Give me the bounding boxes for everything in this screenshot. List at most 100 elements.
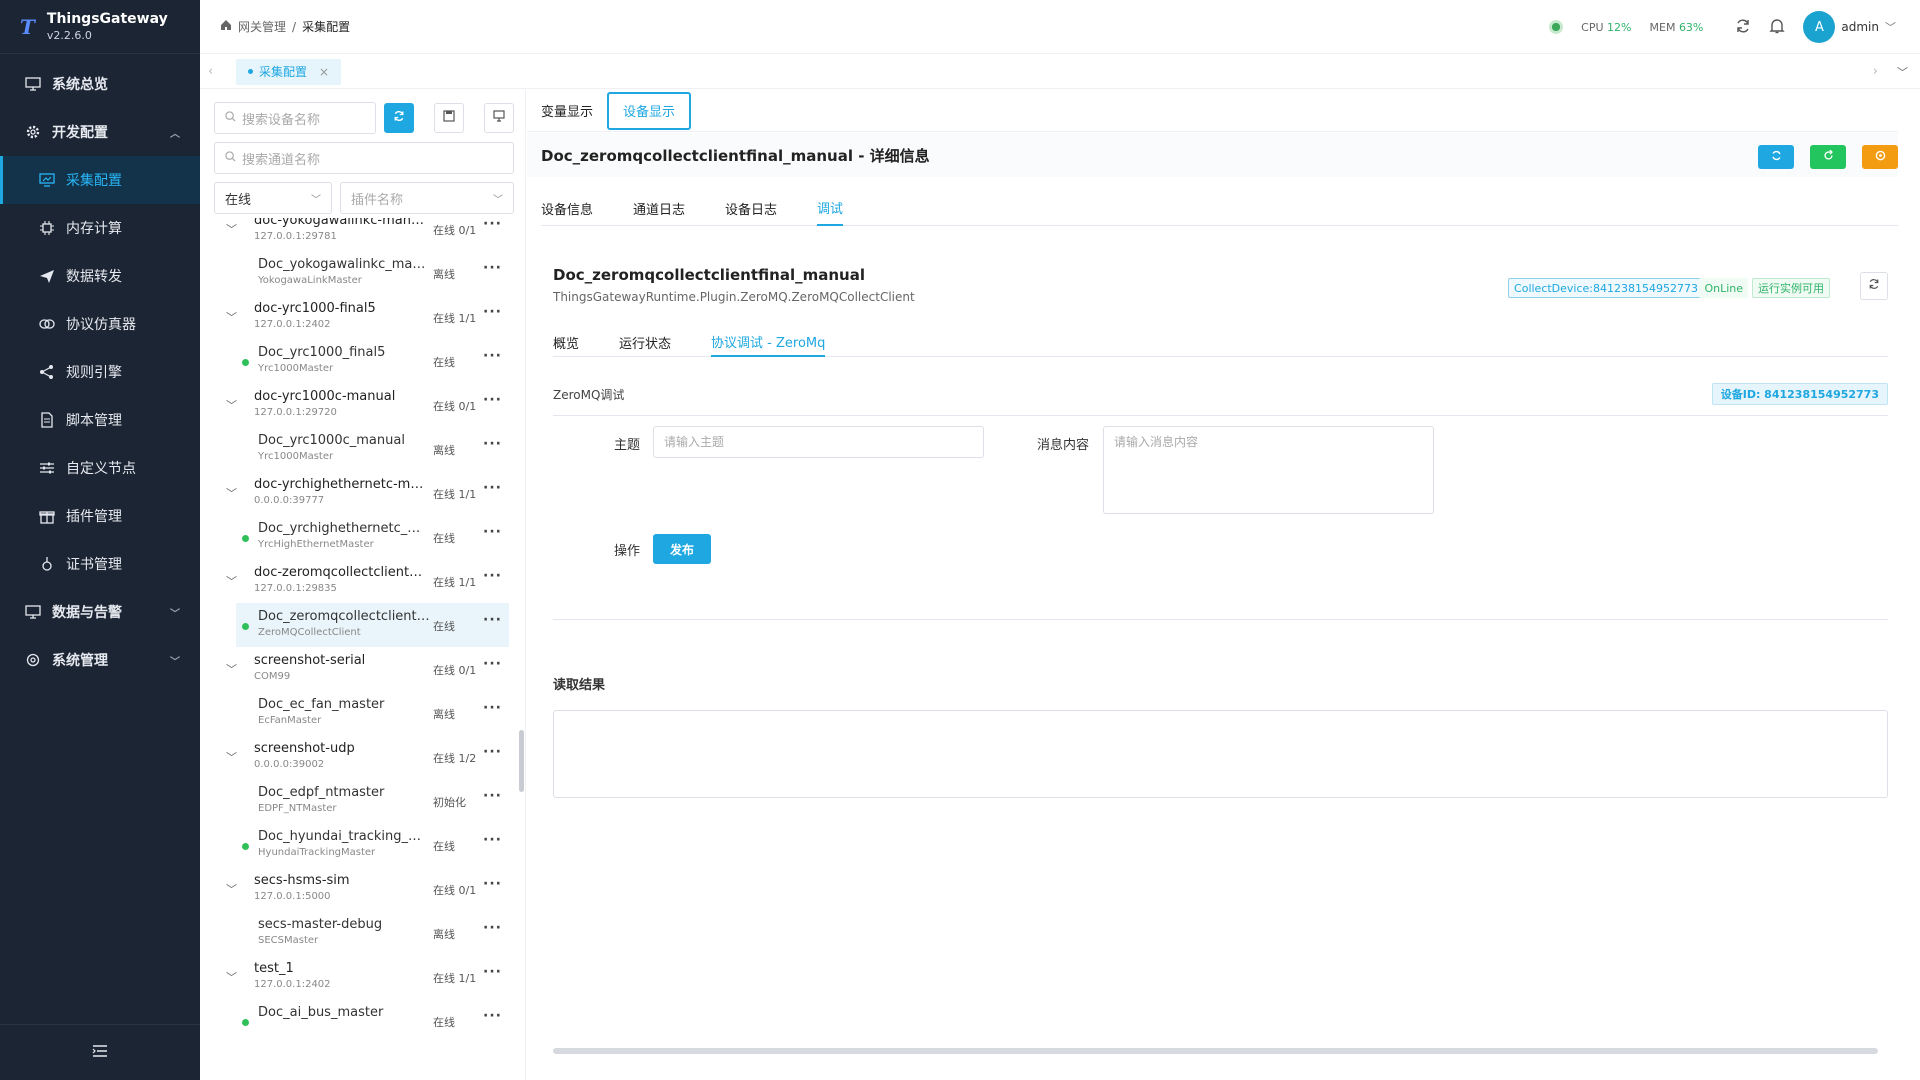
chevron-down-icon[interactable]: ﹀ [226, 661, 237, 677]
sync-button[interactable] [1860, 272, 1888, 300]
collapse-menu-button[interactable] [0, 1024, 200, 1080]
sidebar-item-simulator[interactable]: 协议仿真器 [0, 300, 200, 348]
device-row[interactable]: Doc_ec_fan_master EcFanMaster 离线 ··· [200, 691, 511, 735]
device-row[interactable]: Doc_ai_bus_master 在线 ··· [200, 999, 511, 1043]
more-icon[interactable]: ··· [483, 480, 502, 496]
chevron-down-icon[interactable]: ﹀ [226, 309, 237, 325]
more-icon[interactable]: ··· [483, 392, 502, 408]
search-channel-input[interactable]: 搜索通道名称 [214, 142, 514, 174]
more-icon[interactable]: ··· [483, 656, 502, 672]
home-icon[interactable] [220, 19, 232, 34]
chevron-left-icon[interactable]: ‹ [208, 64, 213, 79]
more-icon[interactable]: ··· [483, 700, 502, 716]
bell-icon[interactable] [1769, 18, 1786, 37]
tree-scrollbar[interactable] [519, 730, 524, 792]
chevron-down-icon[interactable]: ﹀ [226, 485, 237, 501]
chevron-down-icon[interactable]: ﹀ [226, 221, 237, 237]
sidebar-item-forward[interactable]: 数据转发 [0, 252, 200, 300]
close-icon[interactable]: × [319, 65, 329, 79]
display-button[interactable] [484, 103, 514, 133]
result-output[interactable] [553, 710, 1888, 798]
tab-runtime-status[interactable]: 运行状态 [619, 327, 671, 357]
channel-row[interactable]: ﹀ test_1 127.0.0.1:2402 在线 1/1 ··· [200, 955, 511, 999]
more-icon[interactable]: ··· [483, 744, 502, 760]
breadcrumb-root[interactable]: 网关管理 [238, 18, 286, 35]
online-dot-icon [242, 843, 249, 850]
chevron-down-icon[interactable]: ﹀ [226, 573, 237, 589]
channel-row[interactable]: ﹀ doc-yokogawalinkc-manual 127.0.0.1:29781… [200, 218, 511, 251]
horizontal-scrollbar[interactable] [553, 1048, 1878, 1054]
sidebar-item-memory[interactable]: 内存计算 [0, 204, 200, 252]
chevron-down-icon[interactable]: ﹀ [226, 749, 237, 765]
refresh-icon[interactable] [1735, 18, 1751, 37]
sidebar-group-data-alarm[interactable]: 数据与告警 ﹀ [0, 588, 200, 636]
more-icon[interactable]: ··· [483, 920, 502, 936]
sidebar-item-custom-nodes[interactable]: 自定义节点 [0, 444, 200, 492]
more-icon[interactable]: ··· [483, 964, 502, 980]
more-icon[interactable]: ··· [483, 348, 502, 364]
channel-row[interactable]: ﹀ secs-hsms-sim 127.0.0.1:5000 在线 0/1 ··· [200, 867, 511, 911]
tab-overview[interactable]: 概览 [553, 327, 579, 357]
sidebar-item-overview[interactable]: 系统总览 [0, 60, 200, 108]
channel-row[interactable]: ﹀ screenshot-udp 0.0.0.0:39002 在线 1/2 ··· [200, 735, 511, 779]
sidebar-group-system[interactable]: 系统管理 ﹀ [0, 636, 200, 684]
sidebar-group-dev[interactable]: 开发配置 ︿ [0, 108, 200, 156]
device-row[interactable]: secs-master-debug SECSMaster 离线 ··· [200, 911, 511, 955]
device-row[interactable]: Doc_yrc1000_final5 Yrc1000Master 在线 ··· [200, 339, 511, 383]
refresh-tree-button[interactable] [384, 103, 414, 133]
stop-button[interactable] [1862, 145, 1898, 169]
channel-row[interactable]: ﹀ doc-zeromqcollectclientfin... 127.0.0.1:… [200, 559, 511, 603]
save-button[interactable] [434, 103, 464, 133]
more-icon[interactable]: ··· [483, 304, 502, 320]
device-row[interactable]: Doc_yokogawalinkc_manual YokogawaLinkMast… [200, 251, 511, 295]
chevron-down-icon[interactable]: ﹀ [226, 969, 237, 985]
more-icon[interactable]: ··· [483, 436, 502, 452]
more-icon[interactable]: ··· [483, 832, 502, 848]
status-select-value: 在线 [225, 192, 252, 208]
tab-variable-display[interactable]: 变量显示 [527, 92, 607, 130]
chevron-down-icon[interactable]: ﹀ [1897, 64, 1908, 80]
brand[interactable]: T ThingsGateway v2.2.6.0 [0, 0, 200, 54]
topic-input[interactable]: 请输入主题 [653, 426, 984, 458]
more-icon[interactable]: ··· [483, 260, 502, 276]
channel-row[interactable]: ﹀ screenshot-serial COM99 在线 0/1 ··· [200, 647, 511, 691]
tab-channel-log[interactable]: 通道日志 [633, 190, 685, 226]
chevron-right-icon[interactable]: › [1873, 64, 1878, 79]
more-icon[interactable]: ··· [483, 788, 502, 804]
refresh-button[interactable] [1758, 145, 1794, 169]
sidebar-item-collect[interactable]: 采集配置 [0, 156, 200, 204]
more-icon[interactable]: ··· [483, 568, 502, 584]
device-row[interactable]: Doc_zeromqcollectclientfinal... ZeroMQCol… [236, 603, 509, 647]
restart-button[interactable] [1810, 145, 1846, 169]
device-row[interactable]: Doc_hyundai_tracking_master HyundaiTracki… [200, 823, 511, 867]
sidebar-item-certs[interactable]: 证书管理 [0, 540, 200, 588]
tab-collect[interactable]: 采集配置 × [236, 58, 342, 85]
tab-device-display[interactable]: 设备显示 [607, 91, 692, 130]
channel-row[interactable]: ﹀ doc-yrc1000-final5 127.0.0.1:2402 在线 1/1 ·… [200, 295, 511, 339]
chevron-down-icon[interactable]: ﹀ [226, 397, 237, 413]
device-row[interactable]: Doc_yrchighethernetc_manual YrcHighEthern… [200, 515, 511, 559]
more-icon[interactable]: ··· [483, 1008, 502, 1024]
more-icon[interactable]: ··· [483, 876, 502, 892]
more-icon[interactable]: ··· [483, 524, 502, 540]
tab-device-info[interactable]: 设备信息 [541, 190, 593, 226]
publish-button[interactable]: 发布 [653, 534, 711, 564]
channel-row[interactable]: ﹀ doc-yrc1000c-manual 127.0.0.1:29720 在线 0/… [200, 383, 511, 427]
plugin-select[interactable]: 插件名称 ﹀ [340, 182, 514, 214]
tab-debug[interactable]: 调试 [817, 190, 844, 226]
sidebar-item-scripts[interactable]: 脚本管理 [0, 396, 200, 444]
more-icon[interactable]: ··· [483, 612, 502, 628]
device-row[interactable]: Doc_yrc1000c_manual Yrc1000Master 离线 ··· [200, 427, 511, 471]
search-device-input[interactable]: 搜索设备名称 [214, 102, 376, 134]
chevron-down-icon[interactable]: ﹀ [226, 881, 237, 897]
channel-row[interactable]: ﹀ doc-yrchighethernetc-man... 0.0.0.0:3977… [200, 471, 511, 515]
status-select[interactable]: 在线 ﹀ [214, 182, 332, 214]
user-menu[interactable]: A admin ﹀ [1803, 11, 1896, 43]
tab-device-log[interactable]: 设备日志 [725, 190, 777, 226]
tab-protocol-debug[interactable]: 协议调试 - ZeroMq [711, 327, 826, 357]
more-icon[interactable]: ··· [483, 218, 502, 232]
sidebar-item-rules[interactable]: 规则引擎 [0, 348, 200, 396]
message-input[interactable]: 请输入消息内容 [1103, 426, 1434, 514]
device-row[interactable]: Doc_edpf_ntmaster EDPF_NTMaster 初始化 ··· [200, 779, 511, 823]
sidebar-item-plugins[interactable]: 插件管理 [0, 492, 200, 540]
